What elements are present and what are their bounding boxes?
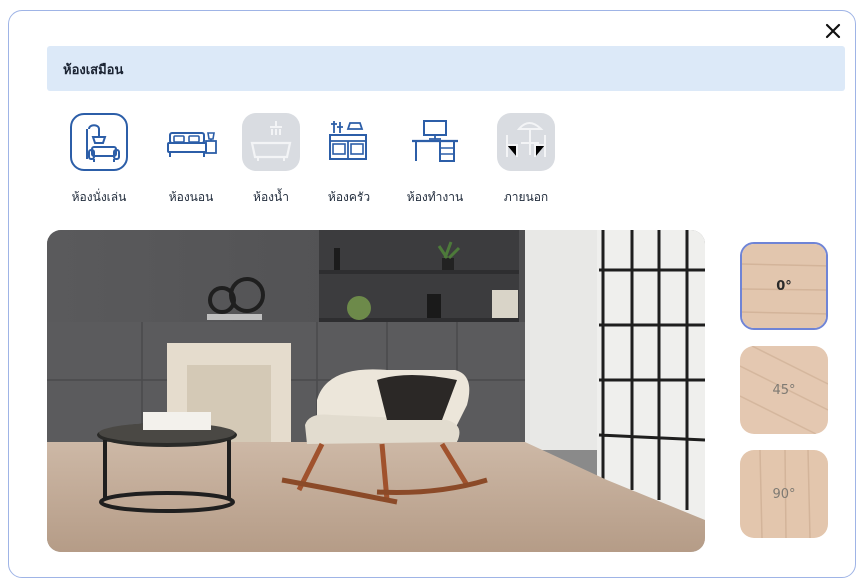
close-button[interactable] xyxy=(822,20,844,42)
room-tabs: ห้องนั่งเล่น ห้องนอน ห้องน้ำ ห้องครัว ห้… xyxy=(0,108,862,208)
angle-90-button[interactable]: 90° xyxy=(740,450,828,538)
living-room-preview xyxy=(47,230,705,552)
tab-label: ห้องครัว xyxy=(327,190,371,204)
kitchen-stove-icon xyxy=(320,113,378,171)
angle-0-button[interactable]: 0° xyxy=(740,242,828,330)
tab-label: ห้องทำงาน xyxy=(406,190,464,204)
angle-label: 45° xyxy=(772,382,796,398)
tab-outdoor[interactable]: ภายนอก xyxy=(486,108,566,208)
bed-icon xyxy=(162,113,220,171)
modal-title: ห้องเสมือน xyxy=(63,63,124,78)
bathtub-shower-icon xyxy=(242,113,300,171)
tab-office[interactable]: ห้องทำงาน xyxy=(395,108,475,208)
sofa-lamp-icon xyxy=(70,113,128,171)
angle-label: 0° xyxy=(776,278,792,294)
tab-bathroom[interactable]: ห้องน้ำ xyxy=(236,108,306,208)
patio-umbrella-icon xyxy=(497,113,555,171)
tab-living-room[interactable]: ห้องนั่งเล่น xyxy=(57,108,141,208)
tab-kitchen[interactable]: ห้องครัว xyxy=(316,108,382,208)
tab-label: ภายนอก xyxy=(503,190,549,204)
tab-label: ห้องน้ำ xyxy=(253,190,289,204)
tab-label: ห้องนั่งเล่น xyxy=(71,190,127,204)
angle-label: 90° xyxy=(772,486,796,502)
close-icon xyxy=(825,23,841,39)
angle-45-button[interactable]: 45° xyxy=(740,346,828,434)
desk-computer-icon xyxy=(406,113,464,171)
tab-label: ห้องนอน xyxy=(168,190,214,204)
tab-bedroom[interactable]: ห้องนอน xyxy=(153,108,229,208)
room-scene xyxy=(47,230,705,552)
modal-title-bar: ห้องเสมือน xyxy=(47,46,845,91)
